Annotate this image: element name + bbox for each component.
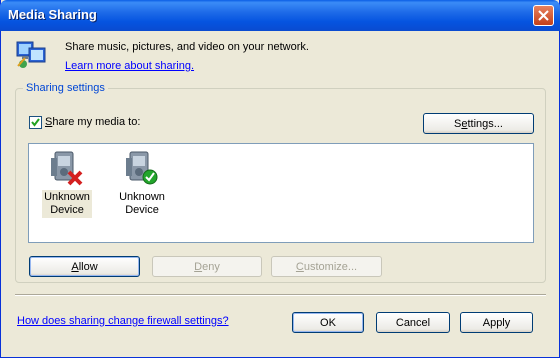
device-line1: Unknown	[44, 191, 90, 203]
device-line2: Device	[50, 204, 84, 216]
apply-button-label: Apply	[482, 316, 511, 329]
allow-button-label: Allow	[71, 260, 98, 273]
media-sharing-dialog: Media Sharing Share music, pictures, and…	[0, 0, 560, 358]
firewall-settings-link[interactable]: How does sharing change firewall setting…	[17, 315, 229, 327]
deny-button[interactable]: Deny	[152, 256, 262, 277]
device-allowed-icon	[126, 151, 158, 185]
settings-button[interactable]: Settings...	[423, 113, 534, 134]
cancel-button-label: Cancel	[395, 316, 431, 329]
settings-button-label: Settings...	[454, 117, 503, 130]
learn-more-link[interactable]: Learn more about sharing.	[65, 60, 194, 72]
device-list[interactable]: Unknown Device Unknown Device	[28, 143, 534, 243]
device-label: Unknown Device	[42, 190, 92, 218]
media-sharing-icon	[16, 41, 46, 68]
window-title: Media Sharing	[8, 7, 97, 22]
ok-button-label: OK	[320, 316, 336, 329]
deny-button-label: Deny	[194, 260, 220, 273]
device-line1: Unknown	[119, 191, 165, 203]
device-item-denied[interactable]: Unknown Device	[42, 150, 92, 218]
intro-text: Share music, pictures, and video on your…	[65, 41, 309, 53]
cancel-button[interactable]: Cancel	[376, 312, 450, 333]
checkmark-icon	[31, 118, 40, 127]
ok-button[interactable]: OK	[292, 312, 364, 333]
footer-divider	[15, 294, 546, 296]
device-label: Unknown Device	[117, 190, 167, 218]
share-media-checkbox[interactable]	[29, 116, 42, 129]
allow-button[interactable]: Allow	[29, 256, 140, 277]
share-media-label[interactable]: Share my media to:	[45, 116, 140, 128]
device-denied-icon	[51, 151, 83, 186]
close-icon	[538, 10, 549, 21]
title-bar[interactable]: Media Sharing	[0, 0, 560, 31]
apply-button[interactable]: Apply	[460, 312, 533, 333]
customize-button[interactable]: Customize...	[271, 256, 382, 277]
device-item-allowed[interactable]: Unknown Device	[117, 150, 167, 218]
device-line2: Device	[125, 204, 159, 216]
share-media-label-rest: hare my media to:	[52, 116, 141, 128]
sharing-settings-label: Sharing settings	[23, 82, 108, 94]
close-button[interactable]	[533, 5, 554, 26]
customize-button-label: Customize...	[295, 260, 358, 273]
